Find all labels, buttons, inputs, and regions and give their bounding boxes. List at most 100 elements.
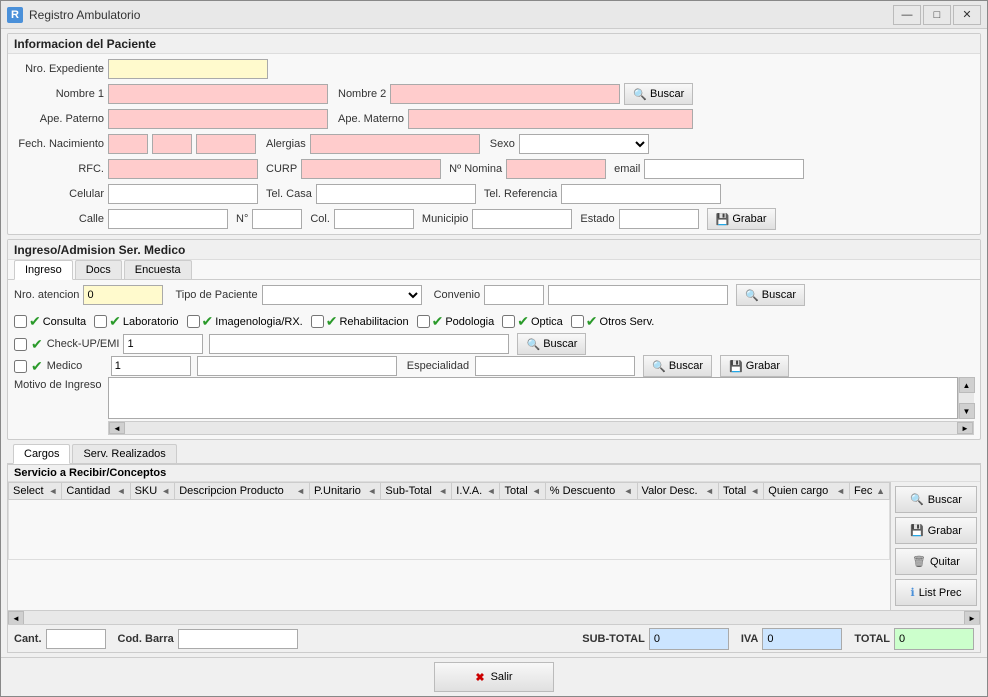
sexo-label: Sexo bbox=[490, 138, 515, 150]
main-window: R Registro Ambulatorio — □ ✕ Informacion… bbox=[0, 0, 988, 697]
nomina-input[interactable] bbox=[506, 159, 606, 179]
total-input[interactable] bbox=[894, 628, 974, 650]
medico-name-input[interactable] bbox=[197, 356, 397, 376]
nombre1-input[interactable] bbox=[108, 84, 328, 104]
motivo-scrollbar[interactable]: ▲ ▼ bbox=[958, 377, 974, 419]
celular-input[interactable] bbox=[108, 184, 258, 204]
sub-total-input[interactable] bbox=[649, 628, 729, 650]
checkbox-medico[interactable] bbox=[14, 360, 27, 373]
h-scroll-track[interactable]: ◄ ► bbox=[108, 421, 974, 435]
medico-row: ✔ Medico Especialidad 🔍 Buscar 💾 Grabar bbox=[14, 355, 974, 377]
sub-total-label: SUB-TOTAL bbox=[582, 633, 645, 645]
buscar-paciente-button[interactable]: 🔍 Buscar bbox=[624, 83, 693, 105]
checkbox-lab[interactable] bbox=[94, 315, 107, 328]
no-input[interactable] bbox=[252, 209, 302, 229]
fech-label: Fech. Nacimiento bbox=[14, 138, 104, 150]
table-scroll-right[interactable]: ► bbox=[964, 611, 980, 625]
tab-serv-realizados[interactable]: Serv. Realizados bbox=[72, 444, 176, 463]
especialidad-input[interactable] bbox=[475, 356, 635, 376]
checkbox-rehab[interactable] bbox=[311, 315, 324, 328]
lab-label: Laboratorio bbox=[123, 316, 179, 328]
fech-d-input[interactable] bbox=[108, 134, 148, 154]
email-input[interactable] bbox=[644, 159, 804, 179]
tab-encuesta[interactable]: Encuesta bbox=[124, 260, 192, 279]
nombre2-input[interactable] bbox=[390, 84, 620, 104]
scroll-up-btn[interactable]: ▲ bbox=[959, 377, 975, 393]
convenio-name-input[interactable] bbox=[548, 285, 728, 305]
medico-code-input[interactable] bbox=[111, 356, 191, 376]
col-sku[interactable]: SKU◄ bbox=[130, 483, 175, 500]
scroll-down-btn[interactable]: ▼ bbox=[959, 403, 975, 419]
buscar-checkup-button[interactable]: 🔍 Buscar bbox=[517, 333, 586, 355]
col-valor-desc[interactable]: Valor Desc.◄ bbox=[637, 483, 718, 500]
close-button[interactable]: ✕ bbox=[953, 5, 981, 25]
col-punitario[interactable]: P.Unitario◄ bbox=[310, 483, 381, 500]
tab-docs[interactable]: Docs bbox=[75, 260, 122, 279]
salir-button[interactable]: ✖ Salir bbox=[434, 662, 554, 692]
fech-m-input[interactable] bbox=[152, 134, 192, 154]
motivo-textarea[interactable] bbox=[108, 377, 958, 419]
quitar-button[interactable]: 🗑 Quitar bbox=[895, 548, 977, 575]
convenio-code-input[interactable] bbox=[484, 285, 544, 305]
col-subtotal[interactable]: Sub-Total◄ bbox=[381, 483, 452, 500]
grabar-paciente-button[interactable]: 💾 Grabar bbox=[707, 208, 776, 230]
tipo-paciente-select[interactable]: Regular Urgencia bbox=[262, 285, 422, 305]
list-prec-button[interactable]: ℹ List Prec bbox=[895, 579, 977, 606]
checkbox-consulta[interactable] bbox=[14, 315, 27, 328]
sexo-select[interactable]: Masculino Femenino bbox=[519, 134, 649, 154]
table-wrapper[interactable]: Select◄ Cantidad◄ SKU◄ Descripcion Produ… bbox=[8, 482, 890, 610]
maximize-button[interactable]: □ bbox=[923, 5, 951, 25]
col-total2[interactable]: Total◄ bbox=[718, 483, 763, 500]
checkbox-imagen[interactable] bbox=[187, 315, 200, 328]
col-descripcion[interactable]: Descripcion Producto◄ bbox=[175, 483, 310, 500]
col-cantidad[interactable]: Cantidad◄ bbox=[62, 483, 130, 500]
table-scroll-left[interactable]: ◄ bbox=[8, 611, 24, 625]
tel-ref-input[interactable] bbox=[561, 184, 721, 204]
fech-y-input[interactable] bbox=[196, 134, 256, 154]
minimize-button[interactable]: — bbox=[893, 5, 921, 25]
iva-input[interactable] bbox=[762, 628, 842, 650]
grabar-ingreso-button[interactable]: 💾 Grabar bbox=[720, 355, 789, 377]
buscar-convenio-button[interactable]: 🔍 Buscar bbox=[736, 284, 805, 306]
checkup-code-input[interactable] bbox=[123, 334, 203, 354]
checkbox-checkup[interactable] bbox=[14, 338, 27, 351]
grabar-cargo-button[interactable]: 💾 Grabar bbox=[895, 517, 977, 544]
buscar-medico-button[interactable]: 🔍 Buscar bbox=[643, 355, 712, 377]
calle-input[interactable] bbox=[108, 209, 228, 229]
check-podo-icon: ✔ bbox=[432, 313, 444, 330]
alergias-label: Alergias bbox=[266, 138, 306, 150]
checkbox-optica[interactable] bbox=[502, 315, 515, 328]
tab-ingreso[interactable]: Ingreso bbox=[14, 260, 73, 280]
col-fec[interactable]: Fec▲ bbox=[849, 483, 889, 500]
estado-input[interactable] bbox=[619, 209, 699, 229]
municipio-input[interactable] bbox=[472, 209, 572, 229]
h-scroll-right[interactable]: ► bbox=[957, 422, 973, 434]
table-hscroll-track[interactable] bbox=[24, 611, 964, 624]
checkbox-optica-container: ✔ Optica bbox=[502, 313, 563, 330]
col-iva[interactable]: I.V.A.◄ bbox=[452, 483, 500, 500]
curp-input[interactable] bbox=[301, 159, 441, 179]
checkbox-otros[interactable] bbox=[571, 315, 584, 328]
col-select[interactable]: Select◄ bbox=[9, 483, 62, 500]
fech-row: Fech. Nacimiento Alergias Sexo Masculino… bbox=[14, 133, 974, 155]
checkup-name-input[interactable] bbox=[209, 334, 509, 354]
col-descuento[interactable]: % Descuento◄ bbox=[545, 483, 637, 500]
tel-casa-input[interactable] bbox=[316, 184, 476, 204]
col-total[interactable]: Total◄ bbox=[500, 483, 545, 500]
h-scroll-left[interactable]: ◄ bbox=[109, 422, 125, 434]
col-input[interactable] bbox=[334, 209, 414, 229]
ape-materno-input[interactable] bbox=[408, 109, 693, 129]
cod-barra-input[interactable] bbox=[178, 629, 298, 649]
checkbox-podologia[interactable] bbox=[417, 315, 430, 328]
alergias-input[interactable] bbox=[310, 134, 480, 154]
nro-atencion-input[interactable] bbox=[83, 285, 163, 305]
ape-paterno-input[interactable] bbox=[108, 109, 328, 129]
col-quien-cargo[interactable]: Quien cargo◄ bbox=[764, 483, 850, 500]
save-icon: 💾 bbox=[716, 213, 730, 226]
buscar-cargo-button[interactable]: 🔍 Buscar bbox=[895, 486, 977, 513]
cant-input[interactable] bbox=[46, 629, 106, 649]
expediente-input[interactable] bbox=[108, 59, 268, 79]
rfc-input[interactable] bbox=[108, 159, 258, 179]
tab-cargos[interactable]: Cargos bbox=[13, 444, 70, 464]
table-row bbox=[9, 500, 890, 560]
